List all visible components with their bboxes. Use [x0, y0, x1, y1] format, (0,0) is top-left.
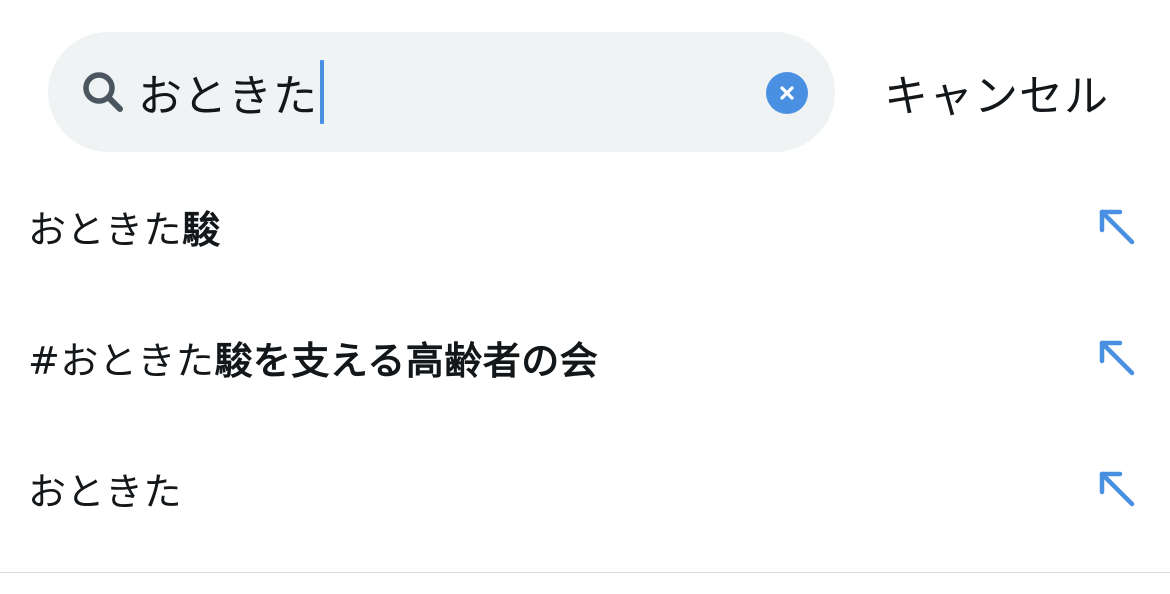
clear-icon: [780, 86, 794, 100]
cancel-button[interactable]: キャンセル: [884, 58, 1109, 126]
suggestion-text: #おときた 駿を支える高齢者の会: [28, 292, 598, 422]
suggestion-prefix: おときた: [28, 207, 183, 252]
suggestion-item[interactable]: おときた駿: [0, 161, 1170, 291]
search-icon: [83, 72, 123, 112]
text-caret: [320, 60, 324, 124]
suggestion-prefix: おときた: [28, 469, 183, 514]
suggestion-item[interactable]: おときた: [0, 423, 1170, 553]
divider: [0, 572, 1170, 573]
search-query-text: おときた: [138, 71, 318, 122]
suggestion-text: おときた駿: [28, 161, 221, 291]
suggestion-highlight: 駿を支える高齢者の会: [214, 338, 599, 383]
arrow-up-left-icon[interactable]: [1094, 204, 1138, 248]
search-screen: おときた キャンセル おときた駿 #おときた 駿を支える高齢者の会 おときた: [0, 0, 1170, 594]
suggestion-item[interactable]: #おときた 駿を支える高齢者の会: [0, 292, 1170, 422]
clear-search-button[interactable]: [766, 72, 808, 114]
arrow-up-left-icon[interactable]: [1094, 466, 1138, 510]
suggestion-highlight: 駿: [182, 207, 221, 252]
suggestion-text: おときた: [28, 423, 182, 553]
suggestion-prefix: #おときた: [28, 338, 215, 383]
search-input[interactable]: おときた: [138, 58, 324, 126]
arrow-up-left-icon[interactable]: [1094, 335, 1138, 379]
